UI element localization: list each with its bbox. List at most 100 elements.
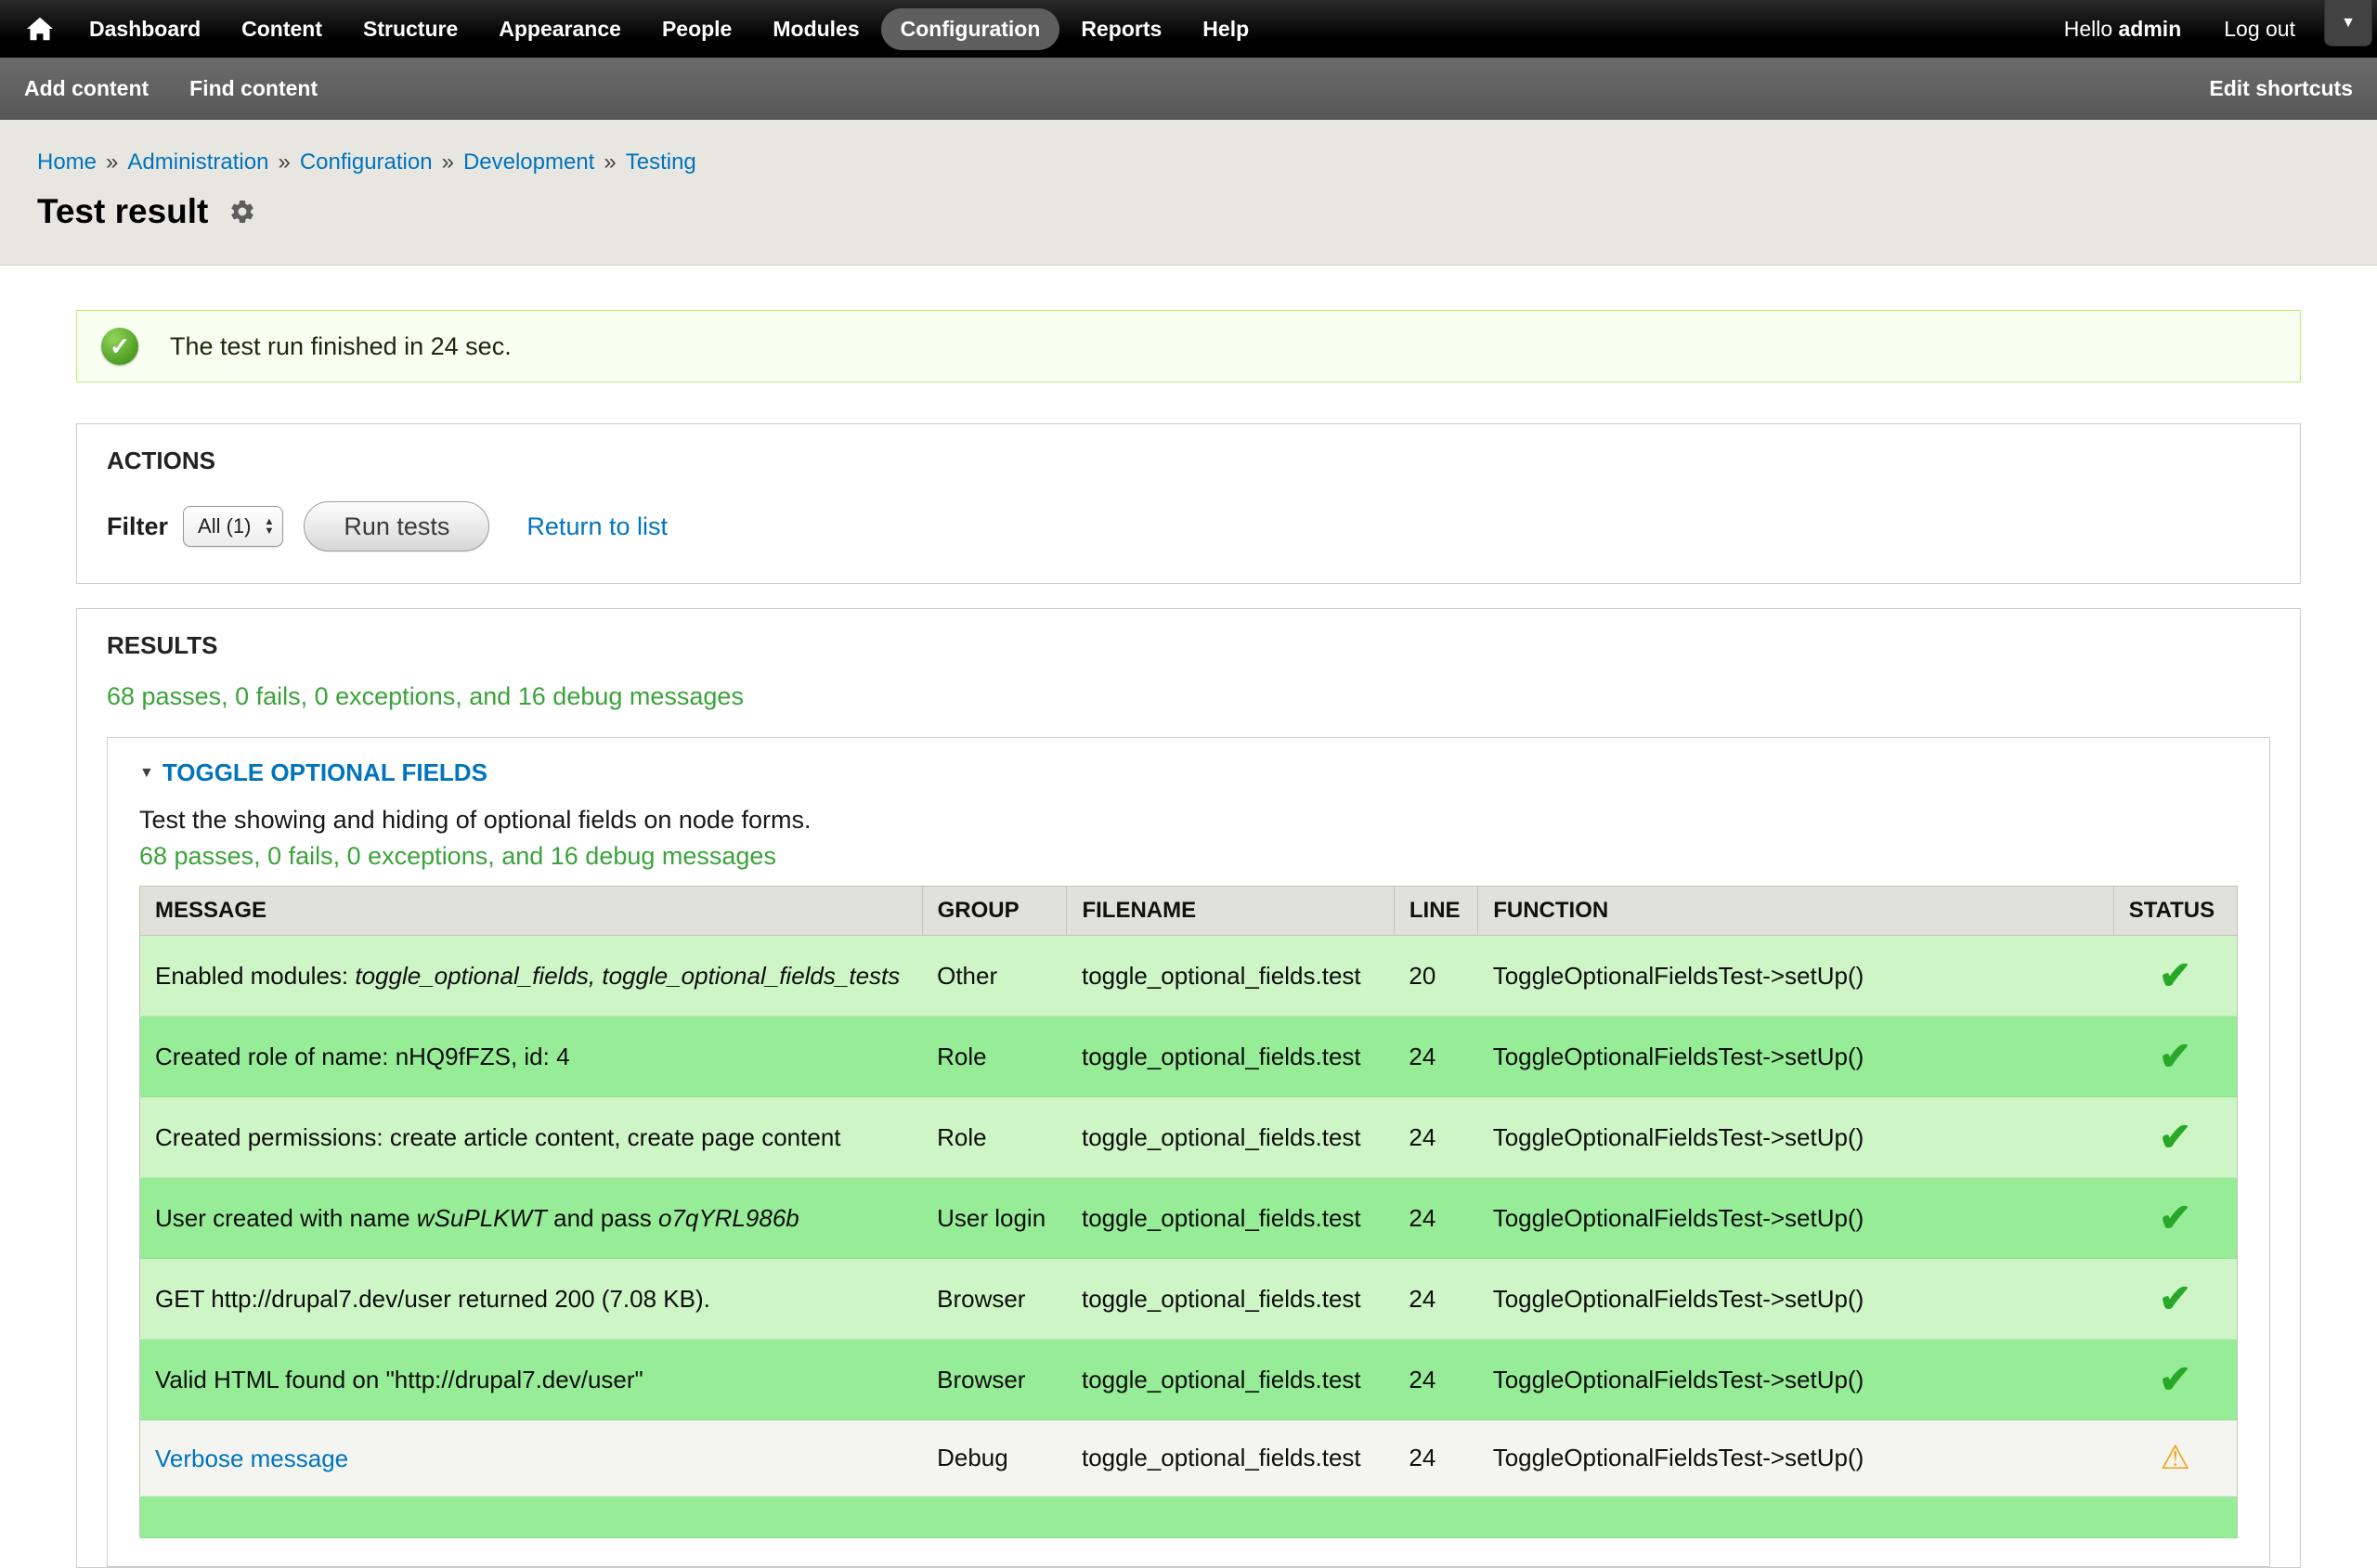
cell-message: User created with name wSuPLKWT and pass… [140, 1178, 923, 1259]
home-icon[interactable] [15, 8, 65, 49]
toolbar-item-dashboard[interactable]: Dashboard [70, 8, 220, 50]
message-emphasis: wSuPLKWT [417, 1204, 547, 1232]
table-body: Enabled modules: toggle_optional_fields,… [140, 936, 2238, 1538]
toolbar-item-modules[interactable]: Modules [753, 8, 878, 50]
gear-icon[interactable] [228, 198, 256, 226]
breadcrumb-separator: » [442, 149, 454, 175]
breadcrumb-link-development[interactable]: Development [463, 149, 594, 175]
toolbar-item-structure[interactable]: Structure [344, 8, 477, 50]
cell-line: 20 [1394, 936, 1477, 1017]
house-icon-glyph [27, 17, 53, 41]
results-summary: 68 passes, 0 fails, 0 exceptions, and 16… [107, 682, 2270, 711]
toolbar-item-help[interactable]: Help [1183, 8, 1268, 50]
cell-group: Debug [922, 1420, 1067, 1497]
cell-line: 24 [1394, 1178, 1477, 1259]
pass-check-icon: ✔ [2159, 1034, 2191, 1078]
shortcut-menu: Add content Find content [24, 76, 358, 101]
filter-select-value: All (1) [198, 514, 251, 538]
account-link[interactable]: Hello admin [2064, 17, 2182, 42]
cell-status: ✔ [2113, 1097, 2237, 1178]
cell-filename: toggle_optional_fields.test [1067, 1178, 1394, 1259]
column-header-message: MESSAGE [140, 887, 923, 936]
breadcrumb-link-administration[interactable]: Administration [127, 149, 268, 175]
toolbar-item-reports[interactable]: Reports [1061, 8, 1181, 50]
cell-group: User login [922, 1178, 1067, 1259]
results-table: MESSAGEGROUPFILENAMELINEFUNCTIONSTATUS E… [139, 886, 2238, 1538]
shortcut-item-add-content[interactable]: Add content [24, 76, 149, 101]
cell-line: 24 [1394, 1017, 1477, 1097]
breadcrumb: Home » Administration » Configuration » Develo… [37, 149, 2340, 175]
title-row: Test result [37, 192, 2340, 231]
cell-filename [1067, 1497, 1394, 1538]
message-text: Enabled modules: [155, 962, 355, 990]
filter-label: Filter [107, 512, 168, 541]
page-header: Home » Administration » Configuration » Develo… [0, 120, 2377, 266]
test-group-toggle[interactable]: ▼ TOGGLE OPTIONAL FIELDS [139, 758, 487, 787]
breadcrumb-separator: » [106, 149, 118, 175]
cell-line: 24 [1394, 1097, 1477, 1178]
message-text: Created role of name: nHQ9fFZS, id: 4 [155, 1043, 570, 1070]
pass-check-icon: ✔ [2159, 1115, 2191, 1159]
breadcrumb-link-configuration[interactable]: Configuration [300, 149, 433, 175]
toolbar-item-appearance[interactable]: Appearance [479, 8, 641, 50]
pass-check-icon: ✔ [2159, 953, 2191, 997]
breadcrumb-link-home[interactable]: Home [37, 149, 97, 175]
table-row [140, 1497, 2238, 1538]
cell-status: ✔ [2113, 936, 2237, 1017]
cell-function: ToggleOptionalFieldsTest->setUp() [1478, 1340, 2113, 1420]
cell-message: Created role of name: nHQ9fFZS, id: 4 [140, 1017, 923, 1097]
table-row: GET http://drupal7.dev/user returned 200… [140, 1259, 2238, 1340]
column-header-status: STATUS [2113, 887, 2237, 936]
cell-function: ToggleOptionalFieldsTest->setUp() [1478, 1259, 2113, 1340]
admin-toolbar: DashboardContentStructureAppearancePeopl… [0, 0, 2377, 58]
table-row: Enabled modules: toggle_optional_fields,… [140, 936, 2238, 1017]
logout-link[interactable]: Log out [2224, 17, 2295, 42]
cell-filename: toggle_optional_fields.test [1067, 1017, 1394, 1097]
actions-row: Filter All (1) ▲ ▼ Run tests Return to l… [107, 501, 2270, 551]
cell-group: Other [922, 936, 1067, 1017]
verbose-message-link[interactable]: Verbose message [155, 1445, 348, 1472]
cell-message: Created permissions: create article cont… [140, 1097, 923, 1178]
cell-function: ToggleOptionalFieldsTest->setUp() [1478, 1097, 2113, 1178]
cell-status: ✔ [2113, 1017, 2237, 1097]
toolbar-toggle-button[interactable]: ▼ [2324, 0, 2372, 46]
results-legend: RESULTS [107, 631, 2270, 660]
cell-group: Role [922, 1097, 1067, 1178]
chevron-down-icon: ▼ [2341, 15, 2356, 32]
run-tests-button[interactable]: Run tests [304, 501, 489, 551]
filter-select[interactable]: All (1) ▲ ▼ [183, 506, 283, 547]
pass-check-icon: ✔ [2159, 1276, 2191, 1320]
test-group-title: TOGGLE OPTIONAL FIELDS [162, 758, 487, 787]
toolbar-item-content[interactable]: Content [222, 8, 342, 50]
cell-status: ⚠ [2113, 1420, 2237, 1497]
breadcrumb-link-testing[interactable]: Testing [626, 149, 696, 175]
message-text: GET http://drupal7.dev/user returned 200… [155, 1285, 710, 1313]
cell-group: Role [922, 1017, 1067, 1097]
collapse-arrow-icon: ▼ [139, 765, 154, 782]
return-to-list-link[interactable]: Return to list [526, 512, 668, 541]
toolbar-account-area: Hello admin Log out [2064, 17, 2295, 42]
edit-shortcuts-link[interactable]: Edit shortcuts [2209, 76, 2353, 101]
toolbar-item-people[interactable]: People [643, 8, 751, 50]
greeting-prefix: Hello [2064, 17, 2112, 41]
table-row: Created permissions: create article cont… [140, 1097, 2238, 1178]
cell-status: ✔ [2113, 1178, 2237, 1259]
status-message: ✓ The test run finished in 24 sec. [76, 310, 2301, 382]
results-panel: RESULTS 68 passes, 0 fails, 0 exceptions… [76, 608, 2301, 1568]
table-header-row: MESSAGEGROUPFILENAMELINEFUNCTIONSTATUS [140, 887, 2238, 936]
cell-function: ToggleOptionalFieldsTest->setUp() [1478, 936, 2113, 1017]
table-row: Verbose messageDebugtoggle_optional_fiel… [140, 1420, 2238, 1497]
breadcrumb-separator: » [278, 149, 290, 175]
toolbar-menu: DashboardContentStructureAppearancePeopl… [69, 8, 1269, 50]
column-header-line: LINE [1394, 887, 1477, 936]
cell-function: ToggleOptionalFieldsTest->setUp() [1478, 1178, 2113, 1259]
cell-filename: toggle_optional_fields.test [1067, 1259, 1394, 1340]
pass-check-icon: ✔ [2159, 1357, 2191, 1401]
page-title: Test result [37, 192, 208, 231]
cell-line: 24 [1394, 1259, 1477, 1340]
cell-line: 24 [1394, 1340, 1477, 1420]
cell-filename: toggle_optional_fields.test [1067, 1097, 1394, 1178]
shortcut-item-find-content[interactable]: Find content [189, 76, 318, 101]
cell-function [1478, 1497, 2113, 1538]
toolbar-item-configuration[interactable]: Configuration [881, 8, 1060, 50]
